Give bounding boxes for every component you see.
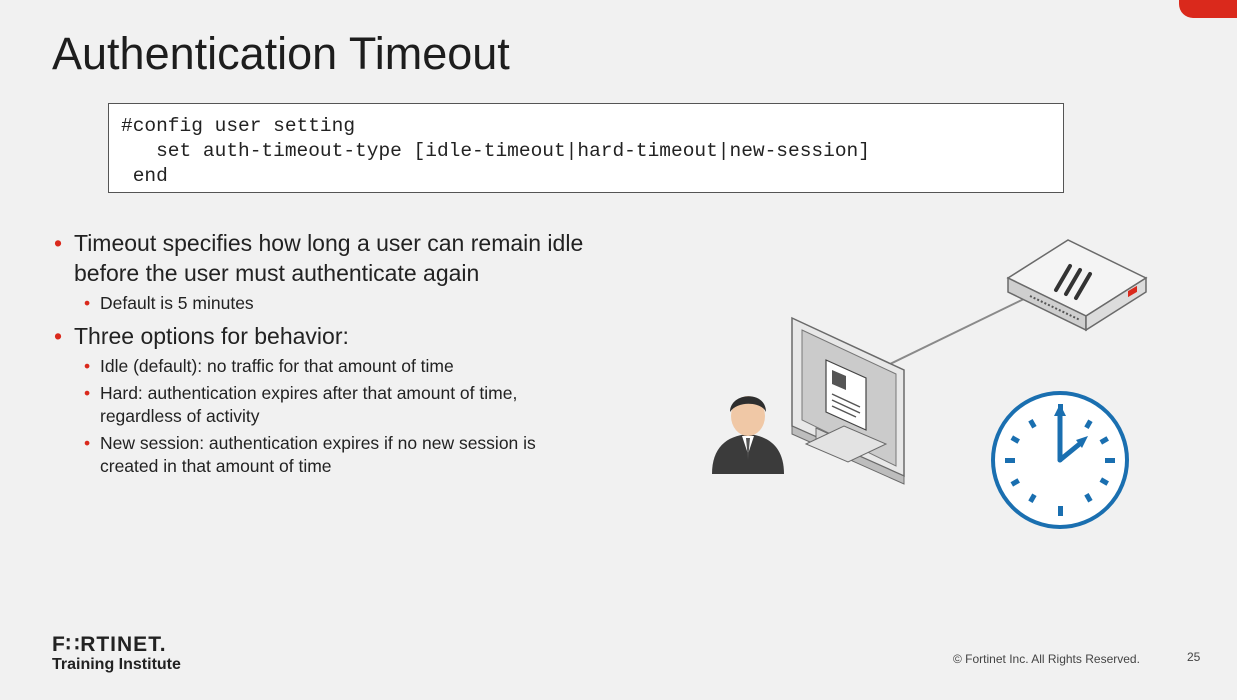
- copyright-text: © Fortinet Inc. All Rights Reserved.: [953, 652, 1140, 666]
- cli-code-block: #config user setting set auth-timeout-ty…: [108, 103, 1064, 193]
- user-avatar-icon: [712, 396, 784, 474]
- bullet-text: Timeout specifies how long a user can re…: [74, 230, 584, 286]
- corner-accent-tab: [1179, 0, 1237, 18]
- monitor-icon: [791, 316, 905, 485]
- bullet-text: Three options for behavior:: [74, 323, 349, 349]
- fortinet-logo: F∷RTINET.: [52, 633, 167, 656]
- network-connection-line: [885, 295, 1031, 367]
- code-line: set auth-timeout-type [idle-timeout|hard…: [121, 140, 870, 162]
- sub-bullet-item: Default is 5 minutes: [74, 292, 570, 315]
- code-line: end: [121, 165, 168, 187]
- clock-icon: [991, 391, 1129, 529]
- sub-bullet-item: Idle (default): no traffic for that amou…: [74, 355, 570, 378]
- sub-bullet-list: Default is 5 minutes: [74, 292, 634, 315]
- page-number: 25: [1187, 650, 1201, 664]
- firewall-device-icon: [1006, 239, 1148, 332]
- logo-subtitle: Training Institute: [52, 656, 181, 673]
- sub-bullet-item: New session: authentication expires if n…: [74, 432, 570, 478]
- sub-bullet-list: Idle (default): no traffic for that amou…: [74, 355, 634, 478]
- code-line: #config user setting: [121, 115, 356, 137]
- bullet-item: Timeout specifies how long a user can re…: [54, 228, 634, 315]
- slide-title: Authentication Timeout: [52, 28, 510, 79]
- bullet-list: Timeout specifies how long a user can re…: [54, 228, 634, 478]
- bullet-item: Three options for behavior: Idle (defaul…: [54, 321, 634, 478]
- sub-bullet-item: Hard: authentication expires after that …: [74, 382, 570, 428]
- authentication-illustration: [712, 239, 1148, 529]
